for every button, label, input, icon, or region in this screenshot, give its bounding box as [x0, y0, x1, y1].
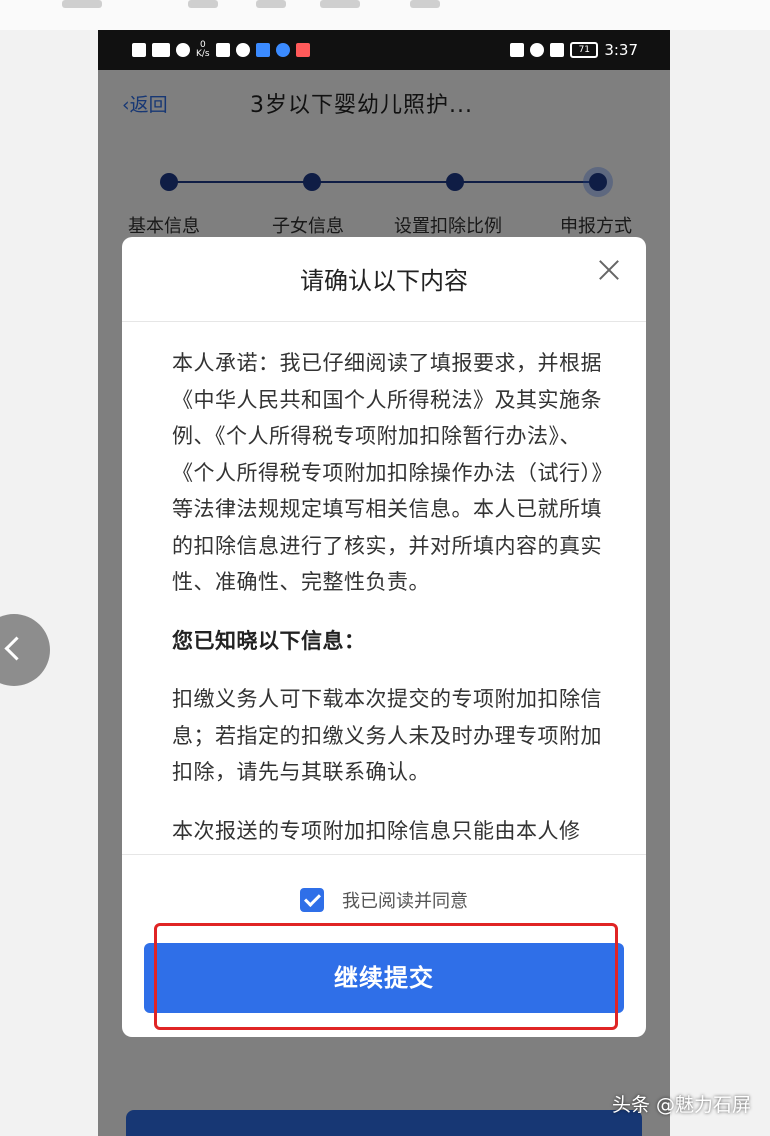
mute-icon [550, 43, 565, 57]
status-bar: 0 K/s 71 3:37 [98, 30, 670, 70]
confirm-dialog: 请确认以下内容 本人承诺：我已仔细阅读了填报要求，并根据《中华人民共和国个人所得… [122, 237, 646, 1037]
status-right: 71 3:37 [510, 41, 638, 59]
qq-icon [235, 43, 250, 57]
gallery-icon [215, 43, 230, 57]
wifi-icon [176, 43, 190, 57]
hd-icon [132, 43, 146, 57]
commitment-paragraph: 本人承诺：我已仔细阅读了填报要求，并根据《中华人民共和国个人所得税法》及其实施条… [172, 351, 603, 594]
chevron-left-icon [4, 636, 29, 661]
previous-arrow-button[interactable] [0, 614, 50, 686]
blurred-icon [320, 0, 360, 8]
battery-icon: 71 [570, 42, 599, 58]
truncated-paragraph: 本次报送的专项附加扣除信息只能由本人修 [172, 818, 581, 843]
dialog-content[interactable]: 本人承诺：我已仔细阅读了填报要求，并根据《中华人民共和国个人所得税法》及其实施条… [172, 345, 608, 853]
blurred-icon [410, 0, 440, 8]
agree-label: 我已阅读并同意 [342, 891, 468, 912]
browser-icon [275, 43, 290, 57]
agree-checkbox[interactable] [300, 888, 324, 912]
close-icon[interactable] [594, 255, 624, 285]
alarm-icon [530, 43, 545, 57]
blurred-icon [188, 0, 218, 8]
status-time: 3:37 [604, 41, 638, 59]
blurred-icon [256, 0, 286, 8]
blurred-icon [62, 0, 102, 8]
divider [122, 321, 646, 322]
divider [122, 854, 646, 855]
highlight-frame [154, 923, 618, 1030]
net-speed: 0 K/s [196, 41, 210, 59]
top-background-strip [0, 0, 770, 30]
message-icon [295, 43, 310, 57]
app-icon [255, 43, 270, 57]
status-left: 0 K/s [132, 41, 310, 59]
watermark: 头条 @魅力石屏 [612, 1094, 752, 1116]
net-speed-unit: K/s [196, 49, 210, 59]
dialog-title: 请确认以下内容 [300, 267, 468, 295]
signal-icon [152, 43, 170, 57]
notice-heading: 您已知晓以下信息： [172, 628, 366, 653]
nfc-icon [510, 43, 525, 57]
agree-row: 我已阅读并同意 [122, 885, 646, 915]
notice-paragraph: 扣缴义务人可下载本次提交的专项附加扣除信息；若指定的扣缴义务人未及时办理专项附加… [172, 687, 602, 784]
